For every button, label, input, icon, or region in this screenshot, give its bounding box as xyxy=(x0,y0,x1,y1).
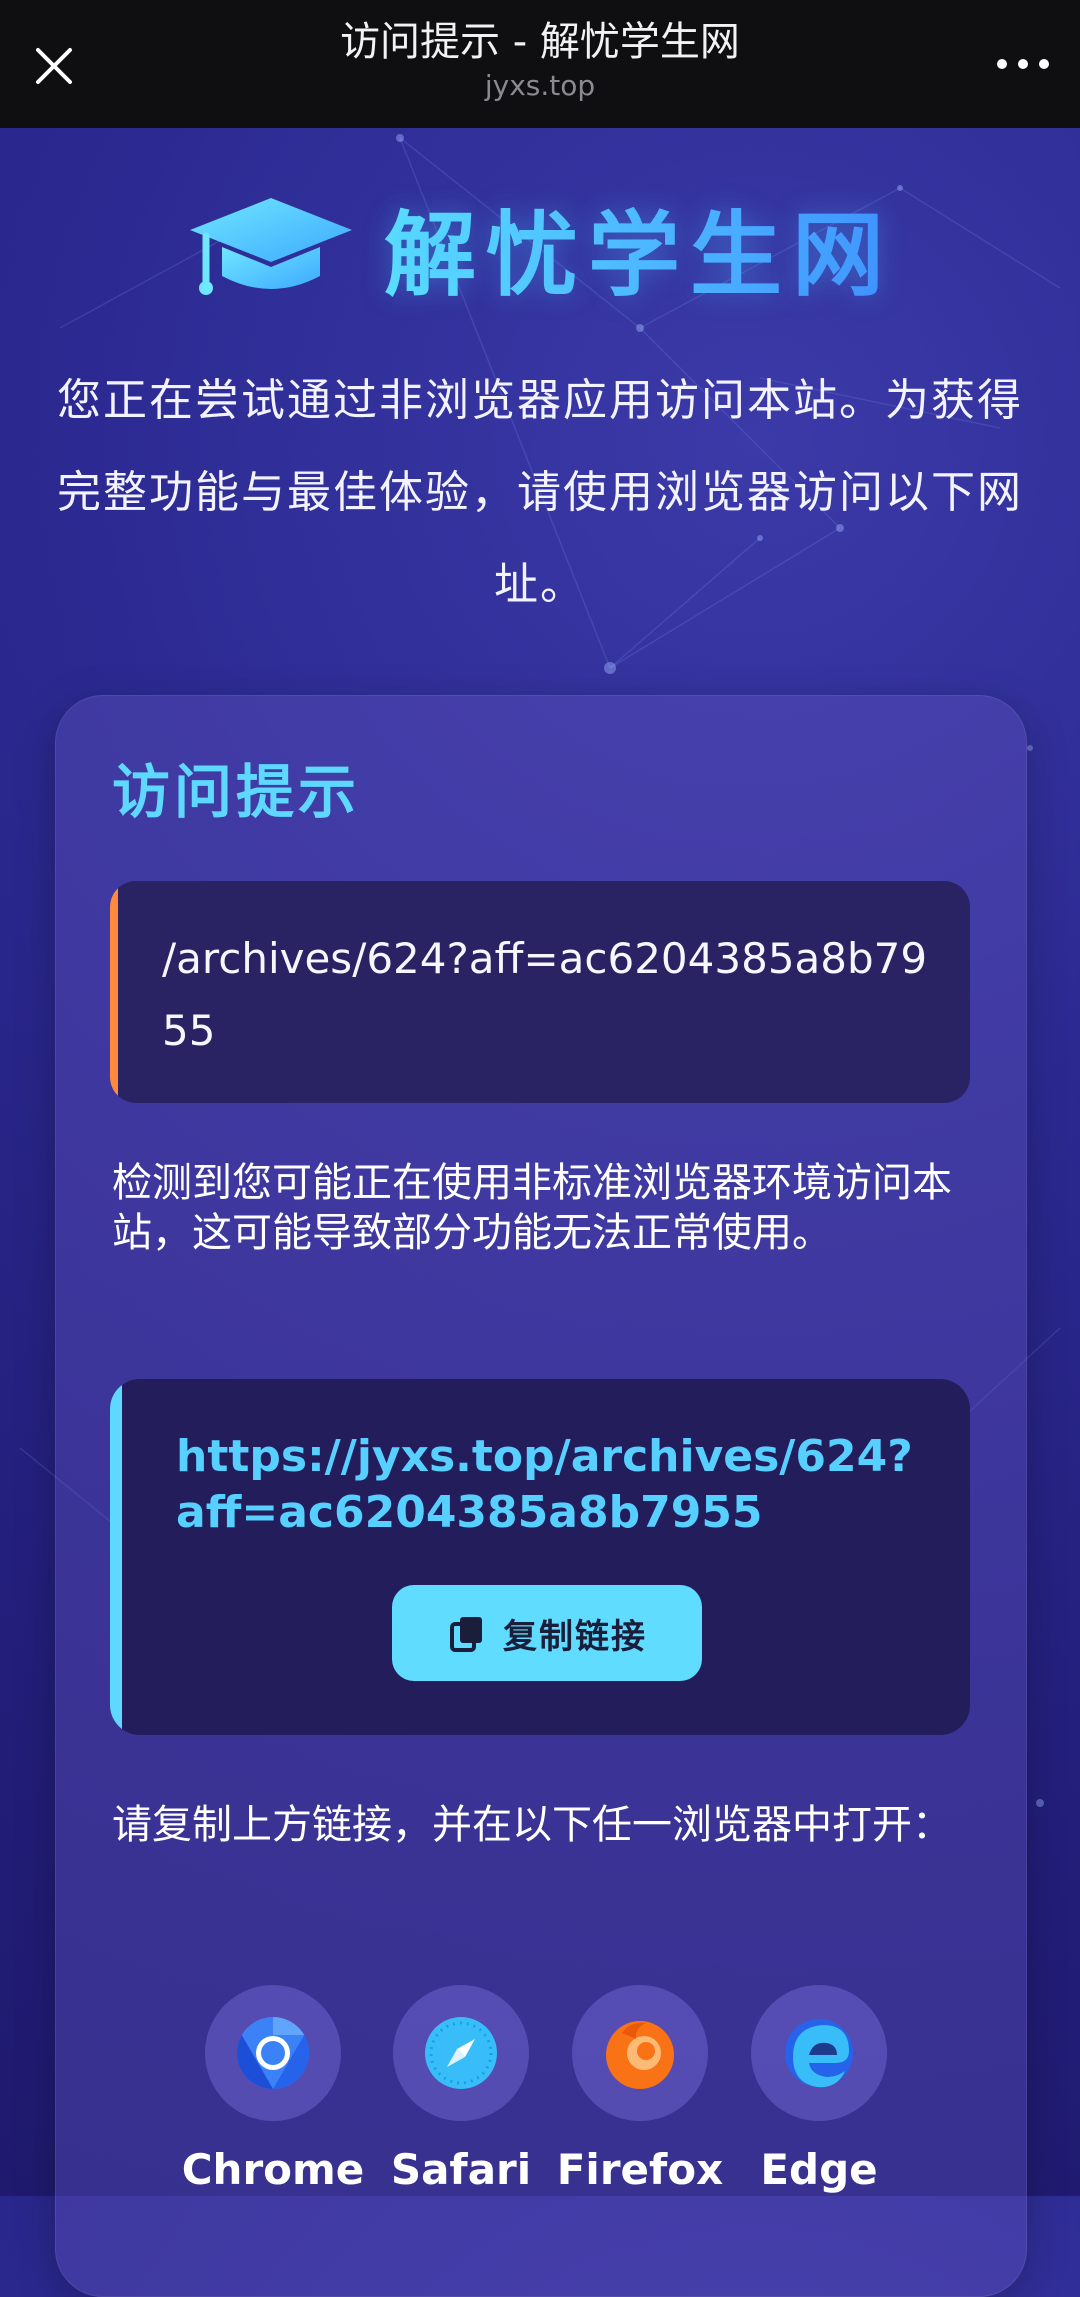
instruction-text: 请复制上方链接，并在以下任一浏览器中打开： xyxy=(112,1802,952,1848)
safari-icon xyxy=(425,2017,497,2089)
browser-icon-circle xyxy=(751,1985,887,2121)
close-icon[interactable] xyxy=(30,42,78,90)
browser-name-chrome: Chrome xyxy=(181,2145,365,2194)
browser-name-edge: Edge xyxy=(760,2145,878,2194)
url-accent-bar xyxy=(110,1379,122,1735)
browser-option-chrome[interactable]: Chrome xyxy=(182,1985,364,2194)
card-title: 访问提示 xyxy=(112,758,361,826)
path-text: /archives/624?aff=ac6204385a8b7955 xyxy=(162,934,928,1055)
intro-text: 您正在尝试通过非浏览器应用访问本站。为获得完整功能与最佳体验，请使用浏览器访问以… xyxy=(57,375,1023,610)
browser-option-safari[interactable]: Safari xyxy=(391,1985,531,2194)
brand-header: 解忧学生网 xyxy=(0,182,1080,312)
page-domain: jyxs.top xyxy=(484,69,596,102)
firefox-icon xyxy=(606,2021,674,2089)
browser-option-firefox[interactable]: Firefox xyxy=(557,1985,723,2194)
copy-icon xyxy=(450,1617,482,1652)
chrome-icon xyxy=(236,2017,310,2089)
browser-icon-circle xyxy=(572,1985,708,2121)
url-box: https://jyxs.top/archives/624?aff=ac6204… xyxy=(110,1379,970,1735)
browser-icon-circle xyxy=(205,1985,341,2121)
detect-warning-text: 检测到您可能正在使用非标准浏览器环境访问本站，这可能导致部分功能无法正常使用。 xyxy=(112,1160,952,1256)
brand-name: 解忧学生网 xyxy=(384,181,894,314)
title-area: 访问提示 - 解忧学生网 jyxs.top xyxy=(180,16,900,104)
browser-icon-circle xyxy=(393,1985,529,2121)
path-accent-bar xyxy=(110,881,118,1103)
copy-link-label: 复制链接 xyxy=(503,1616,647,1657)
page-title: 访问提示 - 解忧学生网 xyxy=(340,19,740,65)
edge-icon xyxy=(785,2019,853,2088)
browser-option-edge[interactable]: Edge xyxy=(751,1985,887,2194)
top-app-bar: 访问提示 - 解忧学生网 jyxs.top xyxy=(0,0,1080,128)
more-icon[interactable] xyxy=(992,44,1054,84)
copy-link-button[interactable]: 复制链接 xyxy=(392,1585,702,1681)
path-box: /archives/624?aff=ac6204385a8b7955 xyxy=(110,881,970,1103)
graduation-cap-icon xyxy=(189,198,352,295)
full-url-text[interactable]: https://jyxs.top/archives/624?aff=ac6204… xyxy=(176,1429,936,1541)
